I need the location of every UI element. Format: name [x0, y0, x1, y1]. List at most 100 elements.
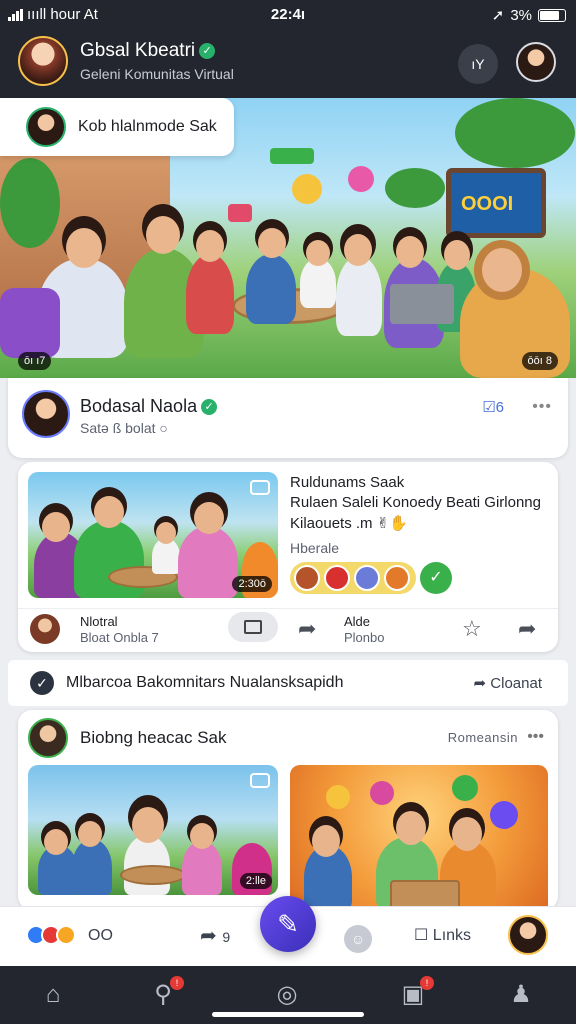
post2-duration: 2:lle	[239, 873, 272, 889]
floating-like-icon	[452, 775, 478, 801]
inbox-badge: !	[420, 976, 434, 990]
hero-caption-card[interactable]: Kob hlalnmode Sak	[0, 98, 234, 156]
compass-icon[interactable]: ◎	[270, 978, 304, 1012]
post-react-button[interactable]: ☑6	[482, 398, 504, 416]
floating-heart-icon	[370, 781, 394, 805]
chip-icon	[294, 565, 320, 591]
status-right: ➚ 3%	[492, 6, 566, 24]
share-count: 9	[222, 929, 231, 945]
profile-avatar[interactable]	[516, 42, 556, 82]
person-head	[156, 522, 176, 544]
person-head	[396, 811, 426, 845]
inbox-icon[interactable]: ▣!	[396, 976, 434, 1012]
banner-action[interactable]: ➦ Cloanat	[474, 674, 542, 692]
channel-title: Gbsal Kbeatri	[80, 40, 196, 61]
person-figure	[178, 526, 238, 598]
thumb-table	[120, 865, 186, 885]
home-icon[interactable]: ⌂	[36, 978, 70, 1012]
floating-emoji-icon	[292, 174, 322, 204]
person-head	[94, 496, 124, 528]
person-head	[396, 236, 424, 268]
share-icon[interactable]: ➦	[298, 616, 316, 642]
emoji-icon[interactable]: ☺	[344, 925, 372, 953]
post2-avatar[interactable]	[28, 718, 68, 758]
person-head	[452, 817, 482, 851]
action-avatar[interactable]	[508, 915, 548, 955]
hero-caption-avatar	[26, 107, 66, 147]
comment-button[interactable]	[228, 612, 278, 642]
palm-decoration	[455, 98, 575, 168]
post2-thumbnail-2[interactable]	[290, 765, 548, 910]
post-meta: Satə ß bolat ○	[80, 420, 168, 436]
person-head	[258, 228, 286, 258]
more-options-icon[interactable]: •••	[532, 398, 552, 416]
person-figure	[336, 256, 382, 336]
hero-badge-left: ōı ı7	[18, 352, 52, 370]
post-header-card: Bodasal Naola ✓ Satə ß bolat ○ ☑6 •••	[8, 378, 568, 458]
person-head	[132, 807, 164, 843]
forward-icon[interactable]: ➦	[518, 616, 536, 642]
hero-badge-right: ōōı 8	[521, 352, 558, 370]
divider	[18, 608, 558, 609]
person-head	[344, 234, 372, 266]
messages-button[interactable]: ☐ Lınks	[414, 925, 471, 945]
comment-meta: Bloat Onbla 7	[80, 630, 159, 645]
search-icon[interactable]: ⚲!	[146, 976, 184, 1012]
channel-subtitle: Geleni Komunitas Virtual	[80, 66, 234, 82]
haha-icon	[56, 925, 76, 945]
person-figure	[186, 254, 234, 334]
person-figure	[182, 841, 222, 895]
channel-avatar[interactable]	[18, 36, 68, 86]
mid-meta: Plonbo	[344, 630, 385, 645]
comment-icon	[244, 620, 262, 634]
post-author-avatar[interactable]	[22, 390, 70, 438]
header-action-button[interactable]: ıY	[458, 44, 498, 84]
status-bar: ıııll hour At 22:4ı ➚ 3%	[0, 0, 576, 28]
post-author-row: Bodasal Naola ✓	[80, 396, 218, 417]
channel-title-row: Gbsal Kbeatri ✓	[80, 40, 216, 62]
person-head	[42, 512, 70, 542]
featured-duration: 2:30ō	[232, 576, 272, 592]
post2-thumbnail-1[interactable]: 2:lle	[28, 765, 278, 895]
person-head	[482, 248, 522, 292]
compose-button[interactable]: ✎	[260, 896, 316, 952]
floating-sign-icon	[270, 148, 314, 164]
reaction-summary[interactable]	[26, 925, 76, 945]
floating-card-icon	[228, 204, 252, 222]
comment-avatar[interactable]	[30, 614, 60, 644]
location-icon: ➚	[491, 7, 505, 24]
community-banner[interactable]: ✓ Mlbarcoa Bakomnitars Nualansksapidh ➦ …	[8, 660, 568, 706]
person-head	[306, 240, 330, 266]
verified-icon: ✓	[201, 399, 218, 416]
hero-screen: OOOI	[446, 168, 546, 238]
featured-title-3: Kilaouets .m ✌✋	[290, 515, 408, 532]
verified-icon: ✓	[199, 42, 216, 59]
floating-share-icon	[490, 801, 518, 829]
battery-icon	[538, 8, 566, 22]
post2-right-label[interactable]: Romeansin	[448, 730, 518, 745]
sofa-decoration	[0, 288, 60, 358]
banner-action-label: Cloanat	[490, 675, 542, 692]
hero-caption: Kob hlalnmode Sak	[78, 118, 217, 135]
caption-icon	[250, 773, 270, 788]
post-author-name: Bodasal Naola	[80, 396, 198, 416]
status-time: 22:4ı	[270, 6, 306, 23]
floating-heart-icon	[348, 166, 374, 192]
check-icon[interactable]: ✓	[420, 562, 452, 594]
star-icon[interactable]: ☆	[462, 616, 482, 642]
post-card[interactable]: Biobng heacac Sak Romeansin ••• 2:lle	[18, 710, 558, 910]
share-button[interactable]: ➦ 9	[200, 923, 230, 948]
person-head	[44, 829, 68, 855]
more-options-icon[interactable]: •••	[527, 728, 544, 746]
chip-icon	[324, 565, 350, 591]
featured-card[interactable]: 2:30ō Ruldunams Saak Rulaen Saleli Konoe…	[18, 462, 558, 652]
profile-icon[interactable]: ♟	[504, 978, 538, 1012]
featured-title-1: Ruldunams Saak	[290, 474, 405, 491]
app-header: Gbsal Kbeatri ✓ Geleni Komunitas Virtual …	[0, 28, 576, 98]
comment-author: Nlotral	[80, 614, 118, 629]
person-head	[194, 502, 224, 534]
featured-thumbnail[interactable]: 2:30ō	[28, 472, 278, 598]
reaction-chips[interactable]	[290, 562, 416, 594]
post2-title: Biobng heacac Sak	[80, 728, 227, 747]
featured-title-2: Rulaen Saleli Konoedy Beati Girlonng	[290, 494, 541, 511]
